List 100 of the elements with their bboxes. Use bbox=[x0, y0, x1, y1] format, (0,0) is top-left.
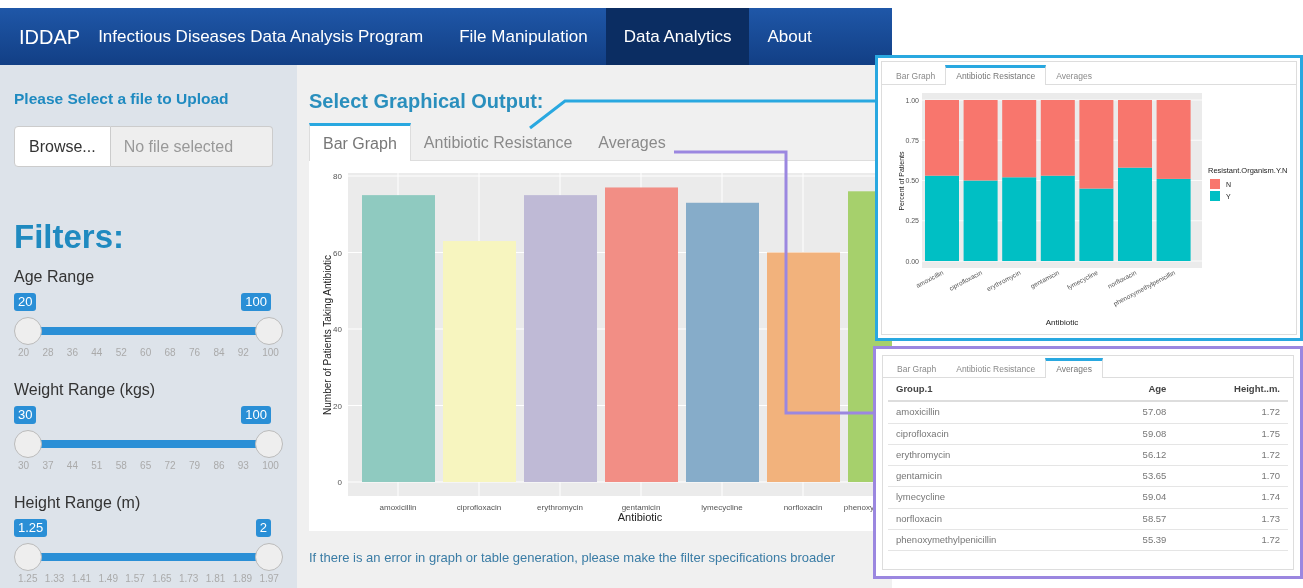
table-cell: 1.72 bbox=[1174, 529, 1288, 551]
tick-label: 1.73 bbox=[178, 573, 199, 585]
browse-button[interactable]: Browse... bbox=[14, 126, 111, 167]
category-label: gentamicin bbox=[621, 503, 661, 512]
tick-label: 20 bbox=[18, 347, 30, 359]
table-cell: 1.73 bbox=[1174, 508, 1288, 530]
column-header: Group.1 bbox=[888, 378, 1102, 402]
nav-item[interactable]: About bbox=[749, 8, 830, 65]
slider-thumb[interactable] bbox=[14, 543, 42, 571]
category-label: norfloxacin bbox=[783, 503, 823, 512]
nav-item[interactable]: File Manipulation bbox=[441, 8, 606, 65]
table-cell: phenoxymethylpenicillin bbox=[888, 529, 1102, 551]
slider-thumb[interactable] bbox=[255, 317, 283, 345]
tab[interactable]: Bar Graph bbox=[886, 65, 946, 84]
tick-label: 44 bbox=[66, 460, 78, 472]
error-note: If there is an error in graph or table generation, please make the filter specifications broader bbox=[309, 549, 837, 567]
tick-label: 51 bbox=[91, 460, 103, 472]
tab[interactable]: Antibiotic Resistance bbox=[410, 123, 586, 160]
tick-label: 100 bbox=[262, 347, 279, 359]
axis-title: Number of Patients Taking Antibiotic bbox=[322, 255, 333, 415]
slider-label: Weight Range (kgs) bbox=[14, 380, 157, 400]
tab[interactable]: Averages bbox=[1046, 65, 1102, 84]
tick-label: 60 bbox=[140, 347, 152, 359]
slider-track[interactable] bbox=[14, 317, 283, 345]
tab[interactable]: Antibiotic Resistance bbox=[946, 358, 1046, 377]
section-title: Select Graphical Output: bbox=[309, 89, 545, 113]
axis-tick-label: 20 bbox=[333, 401, 342, 411]
table-cell: 53.65 bbox=[1101, 465, 1175, 487]
tick-label: 36 bbox=[66, 347, 78, 359]
slider-label: Height Range (m) bbox=[14, 493, 142, 513]
axis-tick-label: 0 bbox=[337, 478, 342, 487]
tick-label: 72 bbox=[164, 460, 176, 472]
table-cell: norfloxacin bbox=[888, 508, 1102, 530]
tab[interactable]: Antibiotic Resistance bbox=[945, 65, 1047, 85]
value-badge: 1.25 bbox=[14, 519, 48, 537]
nav-item[interactable]: Data Analytics bbox=[605, 8, 750, 65]
tick-label: 1.49 bbox=[98, 573, 118, 585]
value-badge: 100 bbox=[241, 293, 271, 311]
value-badge: 20 bbox=[14, 293, 37, 311]
column-header: Age bbox=[1101, 378, 1175, 402]
filters-heading: Filters: bbox=[14, 217, 126, 257]
brand[interactable]: IDDAP bbox=[0, 8, 99, 65]
tick-label: 79 bbox=[188, 460, 201, 472]
table-cell: ciprofloxacin bbox=[888, 423, 1102, 445]
table-cell: 1.72 bbox=[1174, 401, 1288, 423]
value-badge: 2 bbox=[255, 519, 271, 537]
value-badge: 30 bbox=[14, 406, 37, 424]
app-title: Infectious Diseases Data Analysis Program bbox=[98, 25, 425, 48]
tab[interactable]: Averages bbox=[1045, 358, 1103, 378]
slider-thumb[interactable] bbox=[255, 430, 283, 458]
tick-label: 1.33 bbox=[44, 573, 65, 585]
slider-track[interactable] bbox=[14, 430, 283, 458]
axis-tick-label: 40 bbox=[333, 325, 342, 334]
table-cell: 1.72 bbox=[1174, 444, 1288, 466]
category-label: lymecycline bbox=[701, 503, 743, 512]
tab[interactable]: Bar Graph bbox=[309, 123, 411, 161]
slider-label: Age Range bbox=[14, 267, 96, 287]
tick-label: 92 bbox=[237, 347, 249, 359]
slider-thumb[interactable] bbox=[255, 543, 283, 571]
tab[interactable]: Bar Graph bbox=[887, 358, 947, 377]
tick-label: 93 bbox=[237, 460, 249, 472]
tick-label: 1.81 bbox=[205, 573, 226, 585]
axis-tick-label: 60 bbox=[333, 248, 342, 258]
tick-label: 84 bbox=[213, 347, 225, 359]
tick-label: 1.89 bbox=[232, 573, 253, 585]
table-cell: 1.74 bbox=[1174, 486, 1288, 508]
table-cell: 1.75 bbox=[1174, 423, 1288, 445]
tick-label: 65 bbox=[140, 460, 152, 472]
tick-label: 52 bbox=[115, 347, 127, 359]
table-cell: 1.70 bbox=[1174, 465, 1288, 487]
tick-label: 1.65 bbox=[152, 573, 172, 585]
slider-thumb[interactable] bbox=[14, 430, 42, 458]
table-cell: gentamicin bbox=[888, 465, 1102, 487]
bar-segment bbox=[1118, 100, 1152, 168]
column-header: Height..m. bbox=[1174, 378, 1288, 402]
tick-label: 1.25 bbox=[18, 573, 38, 585]
tick-label: 30 bbox=[18, 460, 30, 472]
table-cell: 55.39 bbox=[1101, 529, 1175, 551]
table-cell: 59.08 bbox=[1101, 423, 1175, 445]
tick-label: 58 bbox=[115, 460, 127, 472]
table-cell: 56.12 bbox=[1101, 444, 1175, 466]
table-cell: erythromycin bbox=[888, 444, 1102, 466]
axis-title: Antibiotic bbox=[1045, 318, 1079, 327]
tick-label: 37 bbox=[42, 460, 54, 472]
table-cell: lymecycline bbox=[888, 486, 1102, 508]
slider-thumb[interactable] bbox=[14, 317, 42, 345]
category-label: phenoxy bbox=[843, 503, 874, 512]
table-cell: 58.57 bbox=[1101, 508, 1175, 530]
category-label: amoxicillin bbox=[379, 503, 417, 512]
file-name-field[interactable]: No file selected bbox=[110, 126, 273, 167]
tick-label: 1.41 bbox=[71, 573, 92, 585]
tab[interactable]: Averages bbox=[585, 123, 679, 160]
tick-label: 1.97 bbox=[259, 573, 279, 585]
slider-track[interactable] bbox=[14, 543, 283, 571]
table-cell: amoxicillin bbox=[888, 401, 1102, 423]
table-cell: 57.08 bbox=[1101, 401, 1175, 423]
category-label: ciprofloxacin bbox=[456, 503, 502, 512]
tick-label: 86 bbox=[213, 460, 225, 472]
tick-label: 100 bbox=[262, 460, 279, 472]
category-label: erythromycin bbox=[537, 503, 583, 512]
